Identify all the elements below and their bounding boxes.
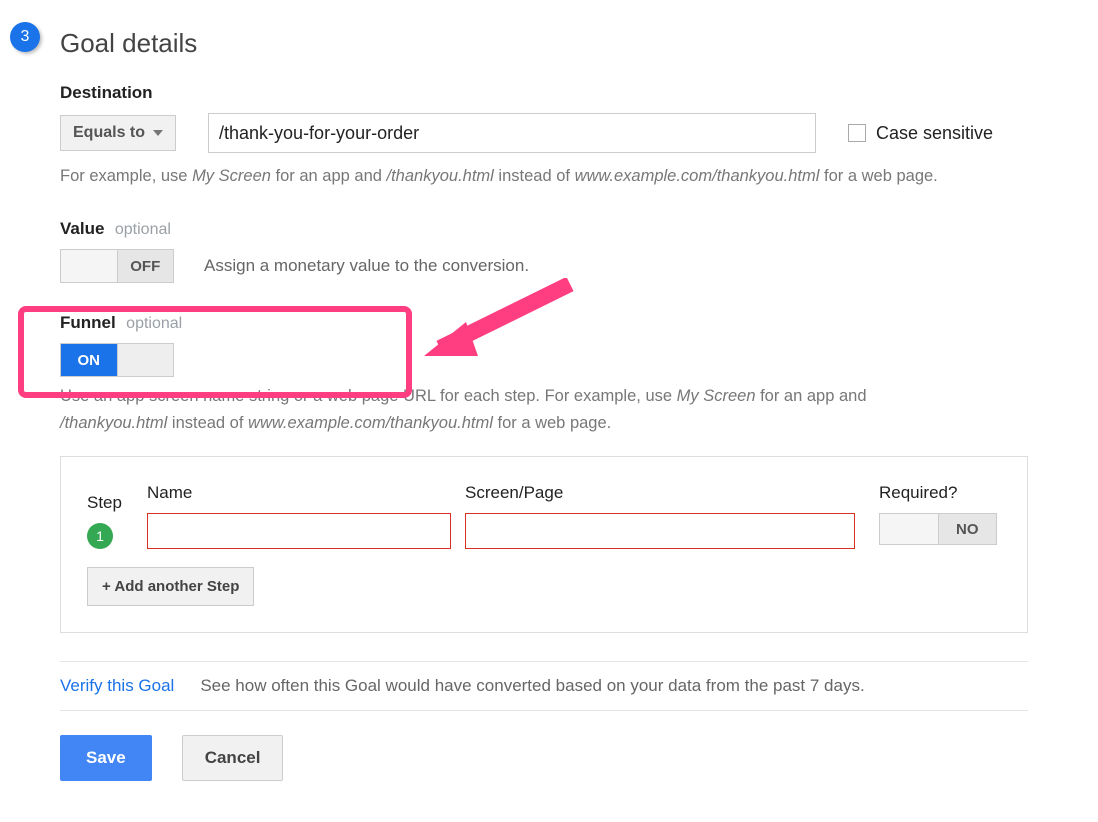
value-section: Value optional OFF Assign a monetary val… <box>60 219 1068 283</box>
chevron-down-icon <box>153 130 163 136</box>
toggle-handle <box>880 514 939 544</box>
col-required-header: Required? <box>879 483 1001 503</box>
step-required-toggle[interactable]: NO <box>879 513 997 545</box>
divider <box>60 661 1028 662</box>
goal-details-panel: 3 Goal details Destination Equals to Cas… <box>0 0 1098 811</box>
col-step-header: Step <box>87 493 133 513</box>
cancel-button[interactable]: Cancel <box>182 735 284 781</box>
save-button[interactable]: Save <box>60 735 152 781</box>
step-number-badge: 1 <box>87 523 113 549</box>
funnel-section: Funnel optional ON <box>60 313 1068 377</box>
verify-row: Verify this Goal See how often this Goal… <box>60 676 1028 696</box>
value-toggle-state: OFF <box>118 250 174 282</box>
verify-goal-link[interactable]: Verify this Goal <box>60 676 174 696</box>
checkbox-box-icon <box>848 124 866 142</box>
toggle-handle <box>61 250 118 282</box>
funnel-toggle-state: ON <box>61 344 117 376</box>
wizard-step-number: 3 <box>21 28 30 46</box>
value-toggle[interactable]: OFF <box>60 249 174 283</box>
funnel-toggle[interactable]: ON <box>60 343 174 377</box>
match-type-dropdown[interactable]: Equals to <box>60 115 176 151</box>
verify-description: See how often this Goal would have conve… <box>200 676 864 696</box>
value-toggle-description: Assign a monetary value to the conversio… <box>204 256 529 276</box>
step-required-state: NO <box>939 514 997 544</box>
col-name-header: Name <box>147 483 451 503</box>
wizard-step-badge: 3 <box>10 22 40 52</box>
add-step-button[interactable]: + Add another Step <box>87 567 254 606</box>
funnel-help: Use an app screen name string or a web p… <box>60 383 1028 436</box>
destination-label: Destination <box>60 83 153 102</box>
case-sensitive-checkbox[interactable]: Case sensitive <box>848 123 993 144</box>
funnel-label: Funnel <box>60 313 116 332</box>
actions-row: Save Cancel <box>60 735 1088 781</box>
destination-section: Destination Equals to Case sensitive <box>60 83 1068 153</box>
value-optional: optional <box>115 221 171 238</box>
step-name-input[interactable] <box>147 513 451 549</box>
destination-input[interactable] <box>208 113 816 153</box>
divider <box>60 710 1028 711</box>
funnel-optional: optional <box>126 315 182 332</box>
value-label: Value <box>60 219 104 238</box>
panel-title: Goal details <box>60 10 1088 69</box>
toggle-handle <box>117 344 174 376</box>
destination-help: For example, use My Screen for an app an… <box>60 163 1048 189</box>
funnel-steps-box: Step 1 Name Screen/Page Required? NO <box>60 456 1028 633</box>
step-page-input[interactable] <box>465 513 855 549</box>
case-sensitive-label: Case sensitive <box>876 123 993 144</box>
match-type-value: Equals to <box>73 124 145 142</box>
col-page-header: Screen/Page <box>465 483 855 503</box>
